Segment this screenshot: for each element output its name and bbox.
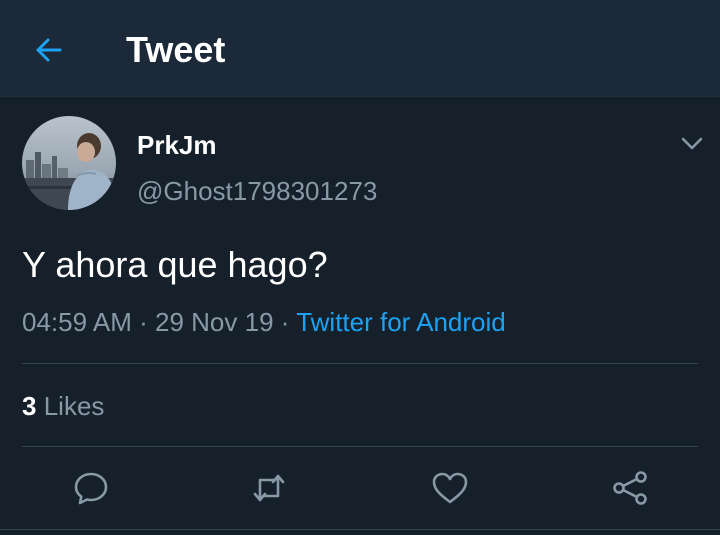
avatar[interactable] [22, 116, 116, 210]
retweet-icon [253, 474, 285, 502]
back-button[interactable] [30, 31, 68, 69]
divider [0, 529, 720, 530]
top-app-bar: Tweet [0, 0, 720, 99]
tweet-source-link[interactable]: Twitter for Android [296, 307, 506, 337]
tweet-date: 29 Nov 19 [155, 307, 274, 337]
page-title: Tweet [126, 29, 226, 70]
tweet-text: Y ahora que hago? [22, 244, 328, 285]
reply-icon [74, 472, 108, 505]
likes-count: 3 [22, 391, 37, 421]
tweet-detail-screen: Tweet PrkJm @Ghost1798301273 Y ahora que… [0, 0, 720, 535]
divider [22, 363, 698, 364]
likes-label: Likes [43, 391, 105, 421]
tweet-detail: PrkJm @Ghost1798301273 Y ahora que hago?… [0, 99, 720, 535]
display-name[interactable]: PrkJm [137, 129, 217, 161]
tweet-metadata: 04:59 AM · 29 Nov 19 · Twitter for Andro… [22, 305, 506, 339]
reply-button[interactable] [69, 466, 113, 510]
avatar-image [22, 116, 116, 210]
heart-icon [432, 472, 468, 504]
likes-link[interactable]: 3 Likes [22, 389, 104, 423]
arrow-left-icon [36, 38, 62, 62]
more-options-button[interactable] [678, 133, 706, 153]
divider [22, 446, 698, 447]
meta-separator: · [139, 307, 148, 337]
retweet-button[interactable] [247, 466, 291, 510]
like-button[interactable] [428, 466, 472, 510]
share-icon [613, 471, 647, 505]
share-button[interactable] [608, 466, 652, 510]
chevron-down-icon [681, 137, 703, 150]
meta-separator: · [280, 307, 290, 337]
username-handle[interactable]: @Ghost1798301273 [137, 175, 377, 207]
tweet-time: 04:59 AM [22, 307, 132, 337]
